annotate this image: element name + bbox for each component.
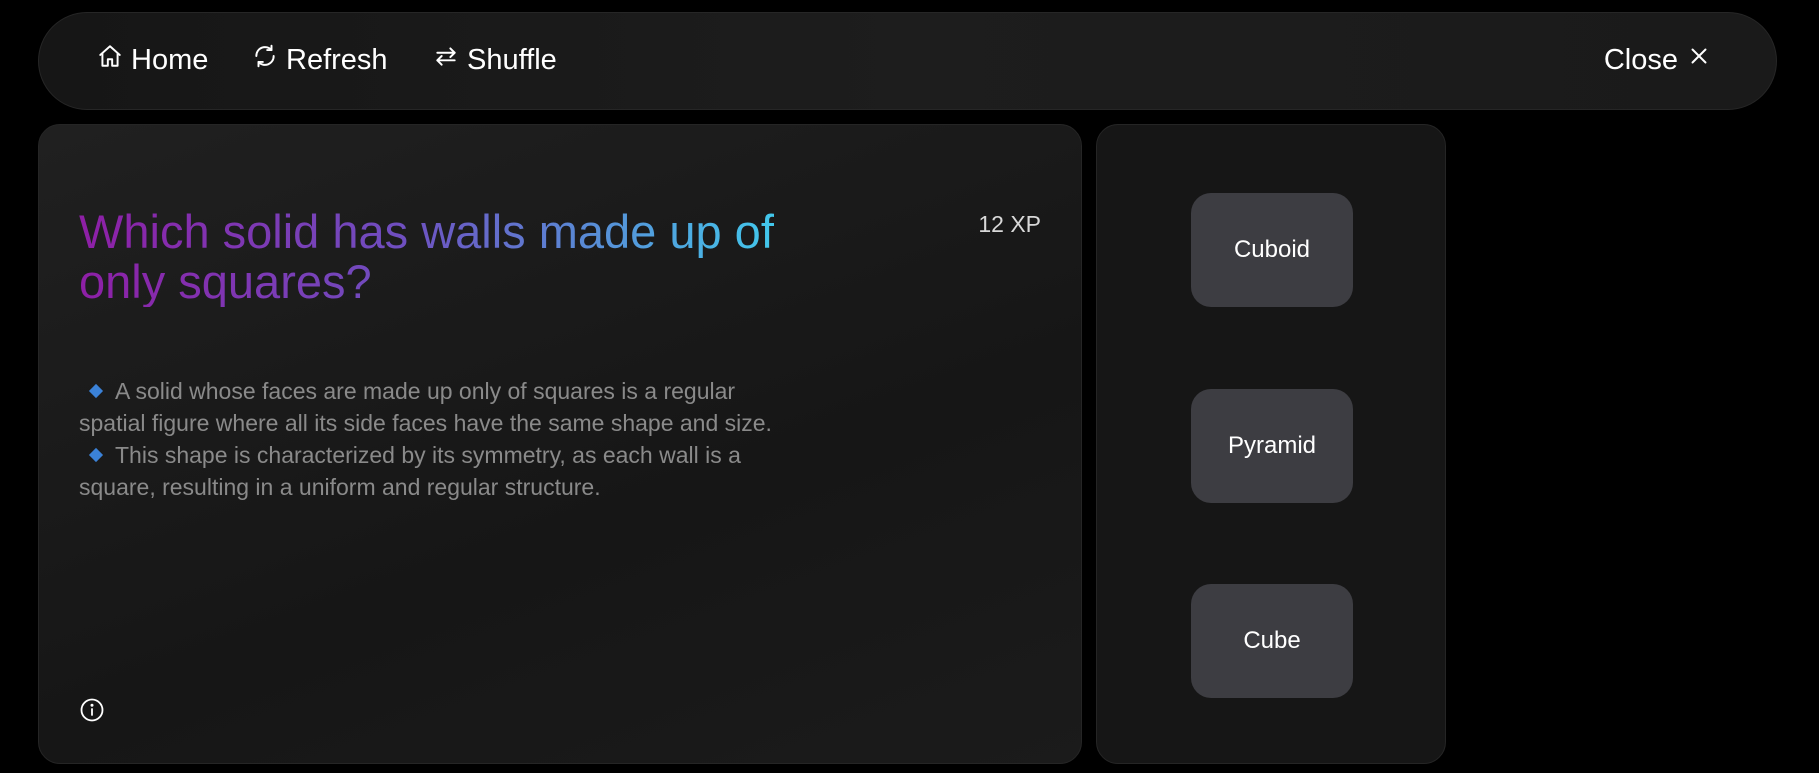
question-card: Which solid has walls made up of only sq…	[38, 124, 1082, 764]
xp-badge: 12 XP	[978, 211, 1041, 237]
home-button[interactable]: Home	[97, 42, 208, 78]
info-icon[interactable]	[79, 697, 105, 723]
close-icon	[1686, 43, 1712, 77]
close-label: Close	[1603, 43, 1678, 76]
shuffle-button[interactable]: Shuffle	[433, 42, 557, 78]
diamond-bullet-icon	[88, 384, 104, 399]
refresh-button[interactable]: Refresh	[252, 42, 388, 78]
explanation-item-text: This shape is characterized by its symme…	[79, 442, 741, 500]
top-navigation-bar: Home Refresh Shuffle Close	[38, 12, 1777, 110]
home-label: Home	[131, 43, 209, 76]
answer-option-cube[interactable]: Cube	[1191, 584, 1353, 698]
refresh-icon	[252, 43, 278, 77]
explanation-text: A solid whose faces are made up only of …	[79, 375, 779, 503]
home-icon	[97, 43, 123, 77]
explanation-item: A solid whose faces are made up only of …	[79, 375, 779, 439]
refresh-label: Refresh	[286, 43, 388, 76]
diamond-bullet-icon	[88, 448, 104, 463]
answer-options-panel: Cuboid Pyramid Cube	[1096, 124, 1446, 764]
shuffle-label: Shuffle	[467, 43, 557, 76]
shuffle-icon	[433, 43, 459, 77]
question-title: Which solid has walls made up of only sq…	[79, 207, 799, 307]
answer-option-pyramid[interactable]: Pyramid	[1191, 389, 1353, 503]
explanation-item-text: A solid whose faces are made up only of …	[79, 378, 772, 436]
explanation-item: This shape is characterized by its symme…	[79, 439, 779, 503]
close-button[interactable]: Close	[1604, 42, 1712, 78]
answer-option-cuboid[interactable]: Cuboid	[1191, 193, 1353, 307]
